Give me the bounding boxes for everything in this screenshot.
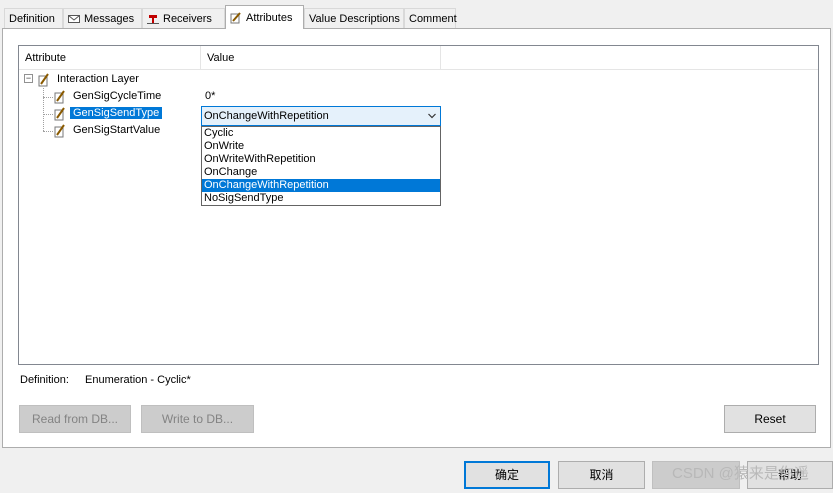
selected-attribute-label: GenSigSendType — [70, 107, 163, 119]
tab-messages[interactable]: Messages — [63, 8, 142, 29]
send-type-combobox[interactable]: OnChangeWithRepetition — [201, 106, 441, 126]
tree-root-label[interactable]: Interaction Layer — [57, 71, 139, 88]
dropdown-option[interactable]: OnChange — [202, 166, 440, 179]
attribute-name[interactable]: GenSigStartValue — [73, 122, 160, 139]
pencil-page-icon — [54, 107, 65, 121]
tab-attributes[interactable]: Attributes — [225, 5, 304, 29]
definition-label: Definition: — [20, 374, 69, 386]
write-to-db-button[interactable]: Write to DB... — [141, 405, 254, 433]
tab-label: Receivers — [163, 13, 212, 25]
dropdown-option[interactable]: OnWrite — [202, 140, 440, 153]
dropdown-option-selected[interactable]: OnChangeWithRepetition — [202, 179, 440, 192]
collapse-toggle[interactable]: − — [24, 74, 33, 83]
tab-label: Attributes — [246, 11, 293, 24]
tab-comment[interactable]: Comment — [404, 8, 457, 29]
column-header-attribute[interactable]: Attribute — [19, 46, 201, 70]
tab-strip: Definition Messages Receivers Attributes… — [0, 0, 833, 29]
attribute-name-selected[interactable]: GenSigSendType — [70, 105, 163, 122]
read-from-db-button[interactable]: Read from DB... — [19, 405, 131, 433]
cancel-button[interactable]: 取消 — [558, 461, 645, 489]
tree-connector — [43, 131, 53, 132]
tree-connector — [43, 97, 53, 98]
attribute-name[interactable]: GenSigCycleTime — [73, 88, 161, 105]
receiver-pin-icon — [147, 14, 159, 25]
grid-header: Attribute Value — [19, 46, 818, 70]
tab-label: Comment — [409, 13, 457, 25]
tree-connector — [43, 114, 53, 115]
tree-connector — [43, 88, 44, 131]
column-header-value[interactable]: Value — [201, 46, 441, 70]
chevron-down-icon[interactable] — [428, 113, 436, 119]
combobox-value: OnChangeWithRepetition — [204, 110, 329, 122]
dropdown-option[interactable]: OnWriteWithRepetition — [202, 153, 440, 166]
tab-value-descriptions[interactable]: Value Descriptions — [304, 8, 404, 29]
tab-definition[interactable]: Definition — [4, 8, 63, 29]
dropdown-option[interactable]: NoSigSendType — [202, 192, 440, 205]
watermark: CSDN @猿来是你遥 — [672, 465, 809, 482]
definition-value: Enumeration - Cyclic* — [85, 374, 191, 386]
tab-label: Value Descriptions — [309, 13, 400, 25]
attribute-value[interactable]: 0* — [205, 88, 215, 105]
tab-receivers[interactable]: Receivers — [142, 8, 225, 29]
tab-label: Definition — [9, 13, 55, 25]
dropdown-option[interactable]: Cyclic — [202, 127, 440, 140]
pencil-page-icon — [54, 90, 65, 104]
tab-label: Messages — [84, 13, 135, 25]
envelope-icon — [68, 14, 80, 25]
send-type-dropdown-list: Cyclic OnWrite OnWriteWithRepetition OnC… — [201, 126, 441, 206]
pencil-page-icon — [54, 124, 65, 138]
ok-button[interactable]: 确定 — [464, 461, 550, 489]
reset-button[interactable]: Reset — [724, 405, 816, 433]
pencil-page-icon — [230, 12, 242, 24]
pencil-page-icon — [38, 73, 49, 87]
attribute-grid[interactable]: Attribute Value − Interaction Layer GenS… — [18, 45, 819, 365]
